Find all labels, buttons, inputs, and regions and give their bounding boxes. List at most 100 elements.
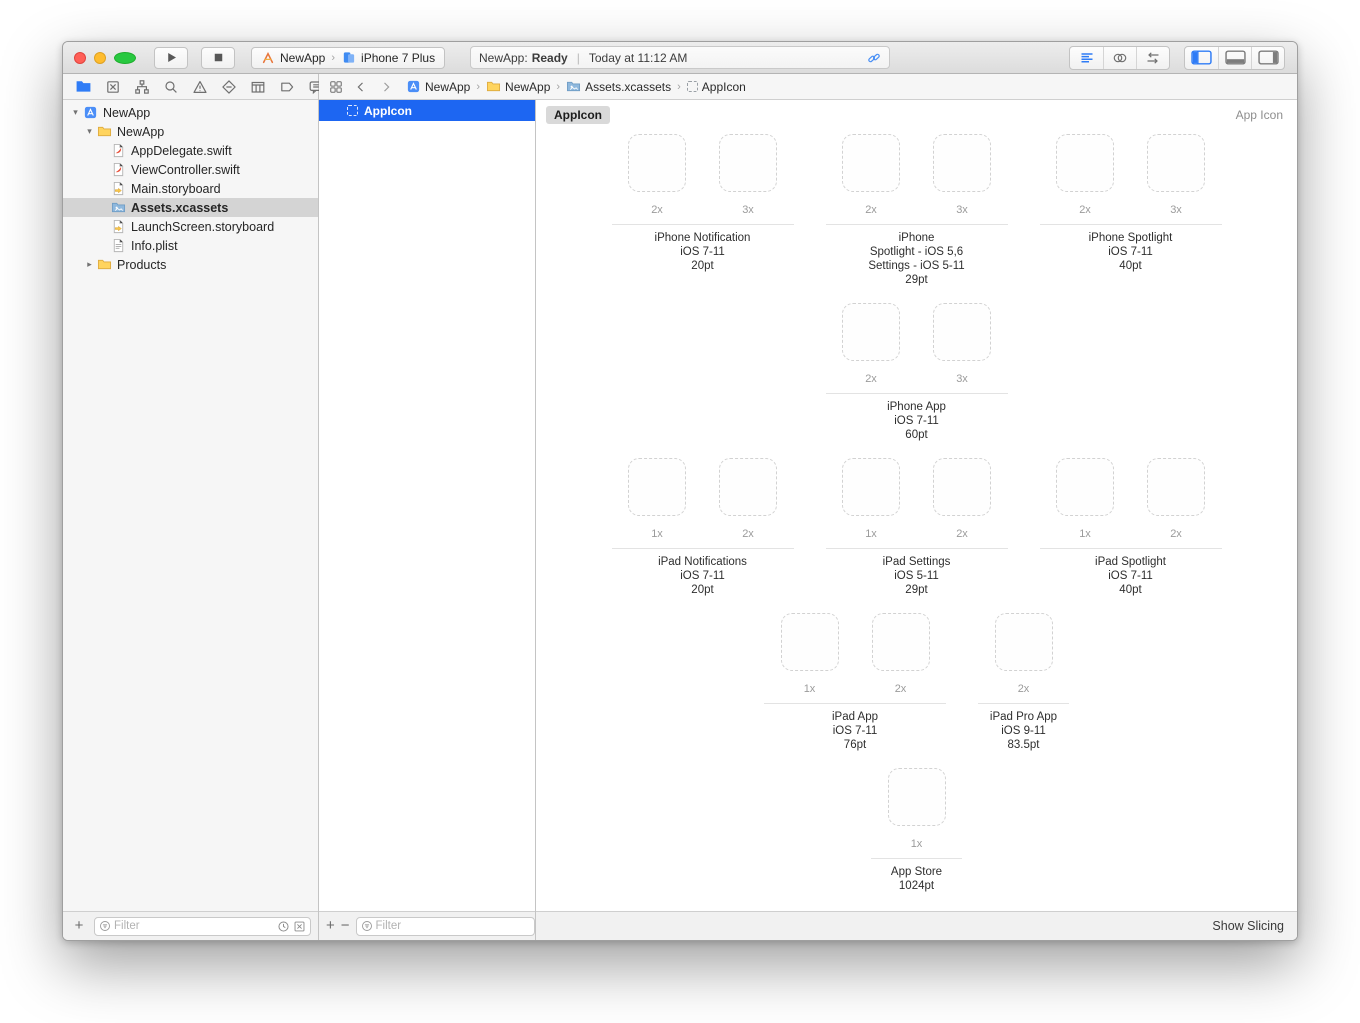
window-controls [74,52,136,64]
asset-list-item[interactable]: AppIcon [319,100,535,121]
empty-icon-slot[interactable] [1147,458,1205,516]
debug-area-button[interactable] [1218,47,1251,69]
empty-icon-slot[interactable] [781,613,839,671]
asset-item-label: AppIcon [364,104,412,118]
empty-icon-slot[interactable] [888,768,946,826]
breadcrumb-item[interactable]: AppIcon [687,80,746,94]
empty-icon-slot[interactable] [719,458,777,516]
search-navigator-icon [163,79,179,95]
version-editor-button[interactable] [1136,47,1169,69]
tree-item-label: NewApp [103,106,150,120]
tree-item-assets-xcassets[interactable]: Assets.xcassets [63,198,318,217]
empty-icon-slot[interactable] [842,134,900,192]
scheme-device-label: iPhone 7 Plus [361,51,435,65]
inspector-panel-button[interactable] [1251,47,1284,69]
empty-icon-slot[interactable] [872,613,930,671]
appicon-editor-header: AppIcon App Icon [536,100,1297,130]
caption-line: iOS 7-11 [612,245,794,259]
desktop: NewApp › iPhone 7 Plus NewApp: Ready | T… [0,0,1360,1023]
assistant-editor-button[interactable] [1103,47,1136,69]
slot-scale-label: 2x [1170,528,1182,540]
slot-scale-label: 3x [742,204,754,216]
caption-line: 40pt [1040,583,1222,597]
symbol-navigator-tab[interactable] [134,78,150,96]
add-asset-button[interactable]: + [326,917,335,935]
link-icon [867,51,881,65]
tree-item-newapp[interactable]: ▾ NewApp [63,122,318,141]
disclosure-triangle-icon[interactable]: ▾ [69,107,82,118]
breadcrumb-item[interactable]: NewApp [406,79,470,94]
zoom-window-button[interactable] [114,52,136,64]
group-divider [978,703,1069,704]
slot-scale-label: 1x [1079,528,1091,540]
empty-icon-slot[interactable] [628,134,686,192]
empty-icon-slot[interactable] [1056,458,1114,516]
activity-viewer: NewApp: Ready | Today at 11:12 AM [470,46,890,69]
breadcrumb-label: AppIcon [702,80,746,94]
minimize-window-button[interactable] [94,52,106,64]
storyboard-file-icon [110,181,126,197]
navigator-filter-field[interactable] [94,917,311,936]
caption-line: 29pt [826,583,1008,597]
empty-icon-slot[interactable] [1147,134,1205,192]
stop-button[interactable] [201,47,235,69]
navigator-filter-input[interactable] [114,920,274,932]
slot-cell: 2x [978,613,1069,695]
breadcrumb-item[interactable]: Assets.xcassets [566,79,671,94]
navigator-panel-icon [1191,50,1212,65]
breakpoint-navigator-tab[interactable] [279,78,295,96]
search-navigator-tab[interactable] [163,78,179,96]
asset-filter-field[interactable] [356,917,535,936]
go-back-icon[interactable] [352,78,370,96]
tree-item-newapp[interactable]: ▾ NewApp [63,103,318,122]
run-button[interactable] [154,47,188,69]
remove-asset-button[interactable]: − [341,917,350,935]
breadcrumb-separator: › [555,81,561,93]
tree-item-launchscreen-storyboard[interactable]: LaunchScreen.storyboard [63,217,318,236]
standard-editor-button[interactable] [1070,47,1103,69]
slot-cell: 2x [703,458,794,540]
asset-filter-input[interactable] [376,920,530,932]
breadcrumb-label: NewApp [505,80,550,94]
disclosure-triangle-icon[interactable]: ▸ [83,259,96,270]
source-control-status-icon[interactable] [293,920,306,933]
empty-icon-slot[interactable] [995,613,1053,671]
debug-navigator-tab[interactable] [250,78,266,96]
assistant-editor-icon [1112,50,1128,66]
scheme-selector[interactable]: NewApp › iPhone 7 Plus [251,47,445,69]
navigator-panel-button[interactable] [1185,47,1218,69]
source-control-navigator-tab[interactable] [105,78,121,96]
empty-icon-slot[interactable] [933,458,991,516]
tree-item-products[interactable]: ▸ Products [63,255,318,274]
test-navigator-tab[interactable] [221,78,237,96]
add-file-button[interactable]: + [70,917,88,935]
project-navigator-tab[interactable] [75,78,92,96]
group-caption: iPad SpotlightiOS 7-1140pt [1040,555,1222,597]
tree-item-appdelegate-swift[interactable]: AppDelegate.swift [63,141,318,160]
folder-icon [96,124,112,140]
group-divider [826,393,1008,394]
tree-item-main-storyboard[interactable]: Main.storyboard [63,179,318,198]
go-forward-icon[interactable] [377,78,395,96]
tree-item-info-plist[interactable]: Info.plist [63,236,318,255]
empty-icon-slot[interactable] [628,458,686,516]
status-divider: | [577,51,580,65]
related-items-icon[interactable] [327,78,345,96]
tree-item-label: Main.storyboard [131,182,221,196]
empty-icon-slot[interactable] [1056,134,1114,192]
recent-files-clock-icon[interactable] [277,920,290,933]
version-editor-icon [1145,50,1161,66]
empty-icon-slot[interactable] [842,303,900,361]
breadcrumb-item[interactable]: NewApp [486,79,550,94]
issue-navigator-tab[interactable] [192,78,208,96]
tree-item-viewcontroller-swift[interactable]: ViewController.swift [63,160,318,179]
close-window-button[interactable] [74,52,86,64]
empty-icon-slot[interactable] [719,134,777,192]
show-slicing-button[interactable]: Show Slicing [1212,919,1284,933]
caption-line: iPad Notifications [612,555,794,569]
empty-icon-slot[interactable] [933,134,991,192]
empty-icon-slot[interactable] [933,303,991,361]
empty-icon-slot[interactable] [842,458,900,516]
disclosure-triangle-icon[interactable]: ▾ [83,126,96,137]
caption-line: iPhone [826,231,1008,245]
